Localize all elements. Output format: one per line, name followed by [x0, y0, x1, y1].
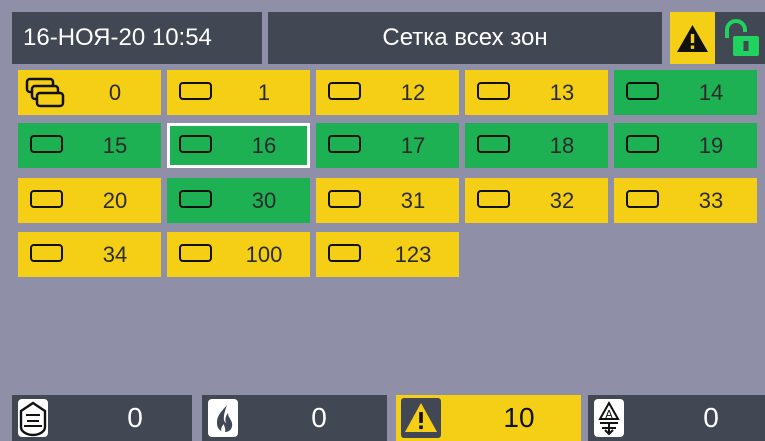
zone-icon	[626, 82, 659, 100]
zone-icon	[626, 190, 659, 208]
zone-number: 34	[102, 242, 128, 267]
zone-tile-19[interactable]: 19	[614, 123, 757, 168]
zone-icon	[328, 82, 361, 100]
alarm-level-icon: A	[594, 399, 624, 437]
unlocked-padlock-icon	[725, 19, 759, 56]
fire-counter-button[interactable]: 0	[202, 395, 387, 441]
zone-icon	[328, 135, 361, 153]
zone-icon	[626, 135, 659, 153]
zone-number: 31	[400, 188, 426, 213]
zone-number: 19	[698, 133, 724, 158]
header-bar: 16-НОЯ-20 10:54 Сетка всех зон	[0, 0, 765, 64]
zone-tile-0[interactable]: 0	[18, 70, 161, 115]
zone-tile-33[interactable]: 33	[614, 178, 757, 223]
zone-number: 30	[251, 188, 277, 213]
zone-icon	[30, 190, 63, 208]
zone-number: 123	[394, 242, 432, 267]
zone-number: 12	[400, 80, 426, 105]
warning-counter-button[interactable]: 10	[396, 395, 581, 441]
zone-tile-34[interactable]: 34	[18, 232, 161, 277]
detector-icon	[18, 399, 48, 437]
zone-tile-14[interactable]: 14	[614, 70, 757, 115]
datetime-display: 16-НОЯ-20 10:54	[12, 12, 262, 64]
zone-number: 20	[102, 188, 128, 213]
warning-triangle-icon	[401, 398, 441, 438]
zone-icon	[179, 244, 212, 262]
alarm-level-count: 0	[703, 402, 719, 433]
zone-number: 13	[549, 80, 575, 105]
warning-indicator-button[interactable]	[670, 12, 715, 64]
zone-number: 17	[400, 133, 426, 158]
zone-tile-20[interactable]: 20	[18, 178, 161, 223]
fire-count: 0	[311, 402, 327, 433]
zone-icon	[179, 82, 212, 100]
zone-number: 32	[549, 188, 575, 213]
zone-tile-15[interactable]: 15	[18, 123, 161, 168]
zone-number: 14	[698, 80, 724, 105]
detector-counter-button[interactable]: 0	[12, 395, 192, 441]
zone-tile-12[interactable]: 12	[316, 70, 459, 115]
zone-icon	[30, 244, 63, 262]
svg-text:A: A	[605, 408, 613, 421]
zone-number: 33	[698, 188, 724, 213]
warning-triangle-icon	[677, 25, 708, 52]
zone-tile-13[interactable]: 13	[465, 70, 608, 115]
fire-icon	[208, 399, 238, 437]
status-counters-bar: 0 0 10 A 0	[0, 395, 765, 441]
alarm-level-counter-button[interactable]: A 0	[588, 395, 765, 441]
zone-number: 16	[251, 133, 277, 158]
zone-icon	[328, 190, 361, 208]
zone-icon	[477, 82, 510, 100]
zone-tile-18[interactable]: 18	[465, 123, 608, 168]
zone-icon	[477, 135, 510, 153]
zone-number: 1	[257, 80, 271, 105]
screen-title: Сетка всех зон	[268, 12, 662, 64]
zone-tile-1[interactable]: 1	[167, 70, 310, 115]
zone-tile-16-selected[interactable]: 16	[167, 123, 310, 168]
zone-tile-100[interactable]: 100	[167, 232, 310, 277]
all-zones-icon	[25, 77, 65, 108]
zone-tile-17[interactable]: 17	[316, 123, 459, 168]
zone-number: 18	[549, 133, 575, 158]
lock-toggle-button[interactable]	[715, 12, 765, 64]
zone-tile-32[interactable]: 32	[465, 178, 608, 223]
zone-number: 0	[108, 80, 122, 105]
zone-icon	[328, 244, 361, 262]
zone-icon	[477, 190, 510, 208]
zone-icon	[179, 135, 212, 153]
zone-tile-30[interactable]: 30	[167, 178, 310, 223]
zone-tile-123[interactable]: 123	[316, 232, 459, 277]
zone-tile-31[interactable]: 31	[316, 178, 459, 223]
detector-count: 0	[127, 402, 143, 433]
zone-icon	[179, 190, 212, 208]
zone-number: 100	[245, 242, 283, 267]
warning-count: 10	[503, 402, 535, 433]
zone-icon	[30, 135, 63, 153]
zone-number: 15	[102, 133, 128, 158]
